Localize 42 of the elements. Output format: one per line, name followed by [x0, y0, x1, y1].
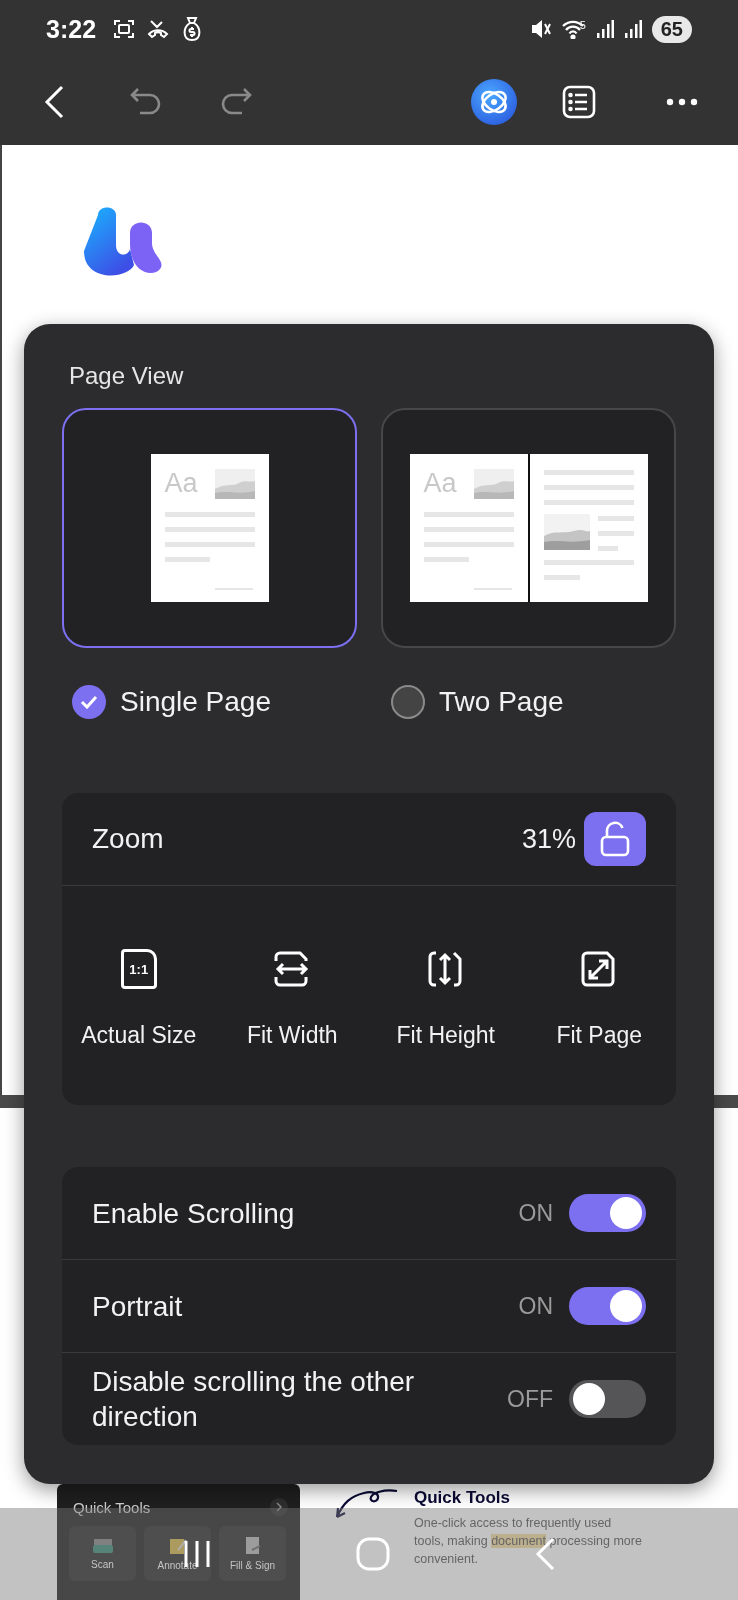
- toggle-state-label: OFF: [507, 1385, 553, 1413]
- zoom-action-button[interactable]: 1:1 Actual Size: [62, 949, 216, 1049]
- setting-label: Disable scrolling the other direction: [92, 1365, 416, 1434]
- zoom-value: 31%: [521, 823, 576, 855]
- tool-tile[interactable]: Fill & Sign: [219, 1526, 286, 1581]
- battery-level: 65: [651, 15, 692, 43]
- toggle-switch[interactable]: [569, 1287, 646, 1325]
- toggle-switch[interactable]: [569, 1380, 646, 1418]
- layout-radio-button[interactable]: Two Page: [381, 670, 676, 734]
- lock-button[interactable]: [584, 812, 646, 866]
- feature-description: One-click access to frequently used tools, making document processing more convenient.: [414, 1515, 643, 1568]
- status-time: 3:22: [46, 14, 97, 44]
- toggle-state-label: ON: [518, 1292, 553, 1320]
- note-icon: [167, 1536, 188, 1556]
- setting-label: Enable Scrolling: [92, 1196, 295, 1231]
- zoom-action-button[interactable]: Fit Height: [369, 949, 523, 1049]
- more-button[interactable]: [666, 97, 698, 106]
- zoom-action-button[interactable]: Fit Width: [215, 949, 369, 1049]
- mute-icon: [529, 18, 552, 40]
- section-title: Page View: [69, 362, 185, 390]
- wifi-icon: [561, 19, 584, 39]
- missed-call-icon: [146, 17, 171, 41]
- zoom-label: Zoom: [92, 823, 165, 855]
- ai-assistant-button[interactable]: [470, 77, 518, 126]
- toggle-state-label: ON: [518, 1199, 553, 1227]
- toggle-switch[interactable]: [569, 1194, 646, 1232]
- card-title: Quick Tools: [73, 1498, 151, 1516]
- padlock-icon: [599, 821, 631, 857]
- zoom-action-button[interactable]: Fit Page: [522, 949, 676, 1049]
- feature-title: Quick Tools: [414, 1488, 512, 1508]
- setting-label: Portrait: [92, 1289, 183, 1324]
- screenshot-icon: [112, 17, 137, 41]
- curved-arrow-icon: [333, 1487, 399, 1521]
- actual-size-icon: 1:1: [120, 949, 157, 989]
- scanner-icon: [91, 1537, 114, 1555]
- document-icon: [243, 1536, 262, 1556]
- signal-icon: [595, 19, 614, 39]
- chevron-right-icon: [270, 1498, 288, 1516]
- signal-icon: [623, 19, 642, 39]
- tool-tile[interactable]: Scan: [69, 1526, 136, 1581]
- layout-radio-button[interactable]: Single Page: [62, 670, 357, 734]
- outline-button[interactable]: [562, 84, 596, 119]
